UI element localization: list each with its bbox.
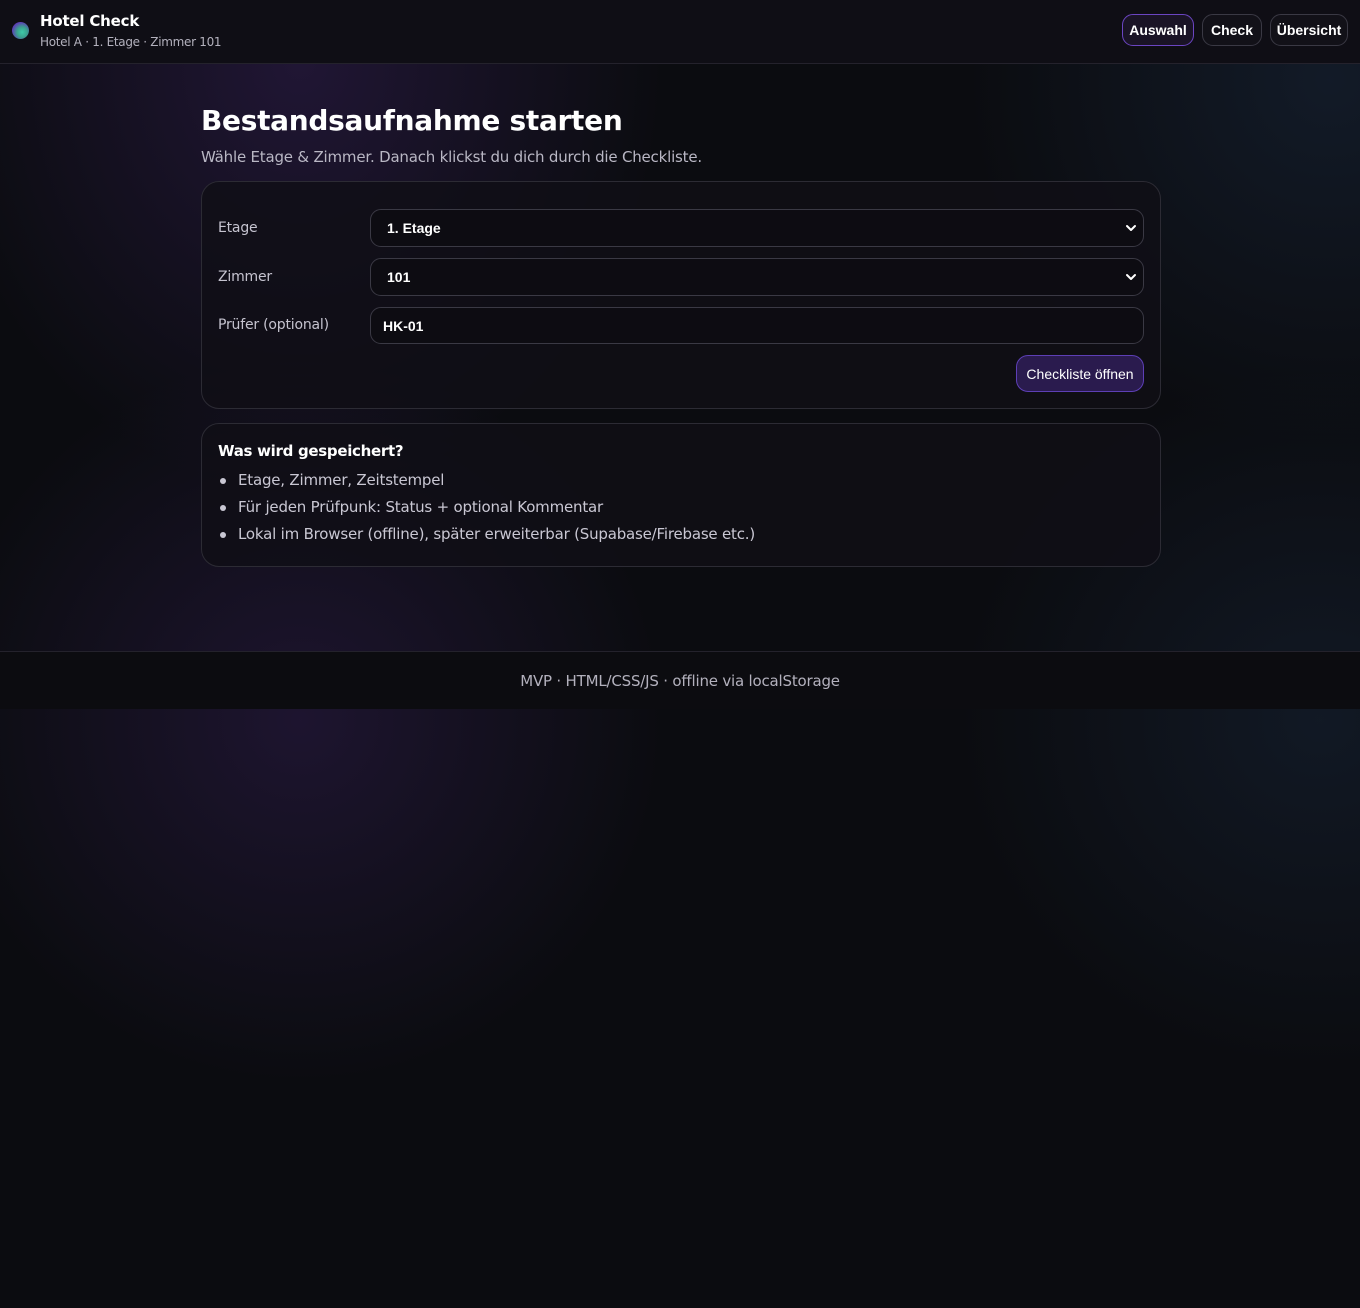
top-bar: Hotel Check Hotel A · 1. Etage · Zimmer … xyxy=(0,0,1360,64)
list-item: Für jeden Prüfpunk: Status + optional Ko… xyxy=(218,497,755,524)
zimmer-select-value: 101 xyxy=(387,269,411,285)
bullet-icon xyxy=(220,532,226,538)
app-title: Hotel Check xyxy=(40,12,140,30)
etage-label: Etage xyxy=(218,220,258,236)
bullet-icon xyxy=(220,478,226,484)
brand-logo-icon xyxy=(12,22,29,39)
chevron-down-icon xyxy=(1126,225,1136,231)
etage-select[interactable]: 1. Etage xyxy=(370,209,1144,247)
info-title: Was wird gespeichert? xyxy=(218,442,404,460)
bullet-icon xyxy=(220,505,226,511)
page-footer: MVP · HTML/CSS/JS · offline via localSto… xyxy=(0,651,1360,709)
context-subtitle: Hotel A · 1. Etage · Zimmer 101 xyxy=(40,35,222,49)
nav-uebersicht-button[interactable]: Übersicht xyxy=(1270,14,1348,46)
pruefer-input-value: HK-01 xyxy=(383,317,424,334)
footer-text: MVP · HTML/CSS/JS · offline via localSto… xyxy=(520,671,840,690)
list-item-text: Für jeden Prüfpunk: Status + optional Ko… xyxy=(238,498,603,516)
selection-form-card: Etage 1. Etage Zimmer 101 Prüfer (option… xyxy=(201,181,1161,409)
list-item-text: Etage, Zimmer, Zeitstempel xyxy=(238,471,445,489)
etage-select-value: 1. Etage xyxy=(387,220,441,236)
list-item: Lokal im Browser (offline), später erwei… xyxy=(218,524,755,551)
nav-auswahl-button[interactable]: Auswahl xyxy=(1122,14,1194,46)
pruefer-input[interactable]: HK-01 xyxy=(370,307,1144,344)
page-subtitle: Wähle Etage & Zimmer. Danach klickst du … xyxy=(201,148,702,166)
zimmer-label: Zimmer xyxy=(218,269,272,285)
list-item: Etage, Zimmer, Zeitstempel xyxy=(218,470,755,497)
nav-check-button[interactable]: Check xyxy=(1202,14,1262,46)
chevron-down-icon xyxy=(1126,274,1136,280)
open-checklist-button[interactable]: Checkliste öffnen xyxy=(1016,355,1144,392)
page-title: Bestandsaufnahme starten xyxy=(201,104,623,137)
pruefer-label: Prüfer (optional) xyxy=(218,317,329,333)
info-list: Etage, Zimmer, Zeitstempel Für jeden Prü… xyxy=(218,470,755,551)
zimmer-select[interactable]: 101 xyxy=(370,258,1144,296)
list-item-text: Lokal im Browser (offline), später erwei… xyxy=(238,525,756,543)
storage-info-card: Was wird gespeichert? Etage, Zimmer, Zei… xyxy=(201,423,1161,567)
